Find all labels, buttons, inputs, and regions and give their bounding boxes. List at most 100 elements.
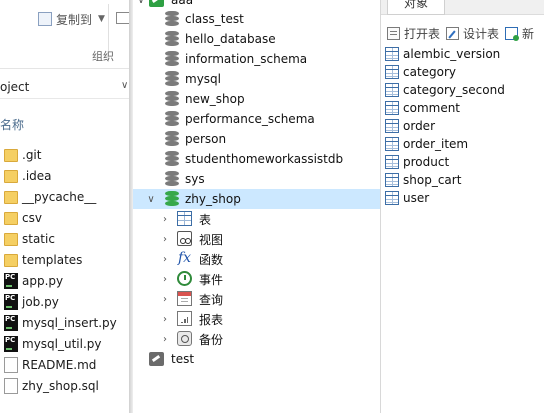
tree-item-label: 表 [199,212,212,227]
database-icon [165,131,179,147]
folder-icon [4,212,18,225]
chevron-down-icon[interactable]: ∨ [146,194,156,205]
table-list-item[interactable]: user [381,189,544,207]
table-list-item[interactable]: alembic_version [381,45,544,63]
file-item[interactable]: templates [0,249,131,270]
database-label: information_schema [185,52,308,66]
document-file-icon [4,377,18,394]
file-name: .git [22,147,42,162]
name-column-header[interactable]: 名称 [0,116,24,133]
copy-to-button[interactable]: 复制到 ▼ [38,10,105,28]
tree-item-label: 事件 [199,272,224,287]
file-name: job.py [22,294,59,309]
table-list-item[interactable]: product [381,153,544,171]
tree-database-item[interactable]: information_schema [133,49,380,69]
tree-database-item[interactable]: class_test [133,9,380,29]
tree-database-item[interactable]: hello_database [133,29,380,49]
database-open-icon [165,191,179,207]
view-icon [177,231,192,246]
tree-item-label: 备份 [199,332,224,347]
tree-database-item[interactable]: sys [133,169,380,189]
chevron-right-icon[interactable]: › [160,314,170,325]
table-list-item[interactable]: order_item [381,135,544,153]
tree-connection-test[interactable]: test [133,349,380,369]
file-item[interactable]: PC app.py [0,270,131,291]
database-icon [165,11,179,27]
file-item[interactable]: PC mysql_util.py [0,333,131,354]
chevron-down-icon[interactable]: ∨ [121,80,128,91]
table-name: shop_cart [403,173,462,187]
design-table-button[interactable]: 设计表 [446,25,499,42]
file-item[interactable]: csv [0,207,131,228]
table-name: order [403,119,435,133]
tab-objects[interactable]: 对象 [387,0,445,15]
chevron-right-icon[interactable]: › [160,334,170,345]
tree-item-label: 查询 [199,292,224,307]
table-list-item[interactable]: category_second [381,81,544,99]
file-explorer-pane: 复制到 ▼ 组织 oject ∨ 名称 .git .idea __pycache… [0,0,131,413]
chevron-right-icon[interactable]: › [160,294,170,305]
tree-database-item[interactable]: studenthomeworkassistdb [133,149,380,169]
folder-icon [4,233,18,246]
database-icon [165,91,179,107]
rename-icon[interactable] [116,12,130,24]
tree-item-views[interactable]: › 视图 [133,229,380,249]
table-list-item[interactable]: order [381,117,544,135]
database-label: zhy_shop [185,192,241,206]
tree-database-item[interactable]: mysql [133,69,380,89]
file-name: mysql_insert.py [22,315,117,330]
folder-icon [4,191,18,204]
file-item[interactable]: __pycache__ [0,186,131,207]
tree-database-item[interactable]: person [133,129,380,149]
file-item[interactable]: PC mysql_insert.py [0,312,131,333]
tree-item-backups[interactable]: › 备份 [133,329,380,349]
tree-database-item[interactable]: new_shop [133,89,380,109]
database-label: mysql [185,72,221,86]
table-name: user [403,191,430,205]
tree-item-reports[interactable]: › 报表 [133,309,380,329]
tree-item-tables[interactable]: › 表 [133,209,380,229]
function-icon: fx [178,250,192,266]
table-name: category [403,65,457,79]
file-name: .idea [22,168,52,183]
address-bar[interactable]: oject ∨ [0,76,131,99]
open-table-button[interactable]: 打开表 [387,25,440,42]
table-icon [385,191,399,205]
tree-database-item[interactable]: performance_schema [133,109,380,129]
database-label: person [185,132,227,146]
open-table-label: 打开表 [404,26,441,41]
chevron-right-icon[interactable]: › [160,234,170,245]
document-file-icon [4,356,18,373]
table-list-item[interactable]: shop_cart [381,171,544,189]
new-table-button[interactable]: 新 [505,25,534,42]
tree-item-queries[interactable]: › 查询 [133,289,380,309]
file-item[interactable]: .git [0,144,131,165]
file-item[interactable]: .idea [0,165,131,186]
file-name: app.py [22,273,64,288]
chevron-down-icon[interactable]: ∨ [136,0,146,6]
file-item[interactable]: README.md [0,354,131,375]
new-table-label: 新 [522,26,535,41]
table-icon [177,211,192,226]
file-item[interactable]: PC job.py [0,291,131,312]
table-icon [385,83,399,97]
objects-tab-bar: 对象 [381,0,544,15]
file-name: zhy_shop.sql [22,378,99,393]
database-label: studenthomeworkassistdb [185,152,344,166]
copy-to-label: 复制到 [56,12,93,27]
chevron-right-icon[interactable]: › [160,254,170,265]
design-table-label: 设计表 [463,26,500,41]
tree-database-zhy-shop[interactable]: ∨ zhy_shop [133,189,380,209]
table-list-item[interactable]: category [381,63,544,81]
table-icon [385,47,399,61]
file-item[interactable]: zhy_shop.sql [0,375,131,396]
table-list-item[interactable]: comment [381,99,544,117]
table-name: category_second [403,83,505,97]
chevron-right-icon[interactable]: › [160,214,170,225]
tree-item-functions[interactable]: › fx 函数 [133,249,380,269]
file-item[interactable]: static [0,228,131,249]
tree-item-events[interactable]: › 事件 [133,269,380,289]
database-label: class_test [185,12,244,26]
chevron-right-icon[interactable]: › [160,274,170,285]
database-icon [165,51,179,67]
